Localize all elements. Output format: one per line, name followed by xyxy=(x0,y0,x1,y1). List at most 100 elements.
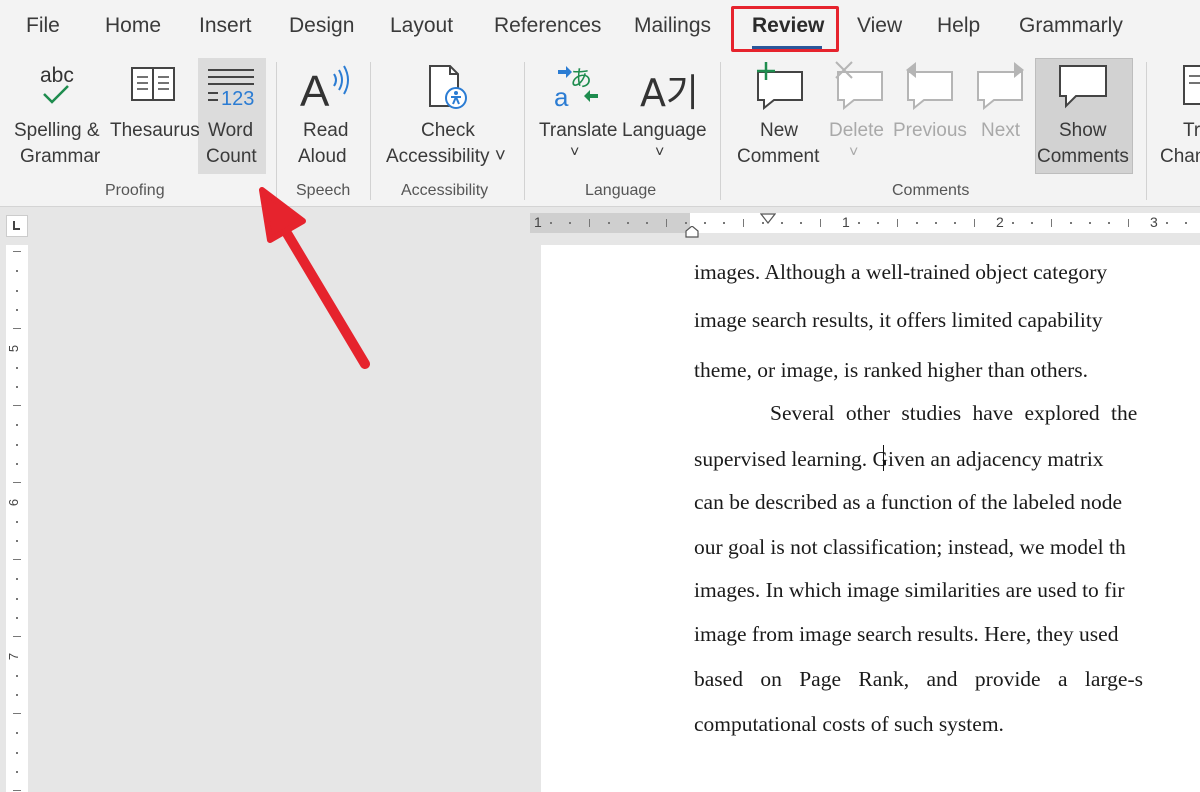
ruler-tick xyxy=(13,713,21,714)
ribbon: abc Spelling & Grammar Thesaurus 123 Wor… xyxy=(0,56,1200,207)
ruler-tick xyxy=(16,270,18,273)
ruler-tick xyxy=(16,520,18,523)
svg-text:あ: あ xyxy=(570,67,592,92)
ruler-tick xyxy=(13,790,21,791)
delete-comment-icon xyxy=(835,61,883,110)
next-label: Next xyxy=(981,120,1021,141)
ruler-tick xyxy=(16,443,18,446)
vertical-ruler[interactable]: 5 6 7 xyxy=(6,245,28,792)
svg-text:a: a xyxy=(554,82,569,112)
ruler-tick xyxy=(684,222,687,224)
ruler-tick xyxy=(646,222,649,224)
tab-references[interactable]: References xyxy=(494,14,601,38)
ruler-tick xyxy=(569,222,572,224)
thesaurus-label: Thesaurus xyxy=(110,120,200,141)
group-label-comments: Comments xyxy=(892,182,970,199)
ruler-tick xyxy=(761,222,764,224)
ruler-tick xyxy=(819,219,821,227)
ruler-tick xyxy=(607,222,610,224)
read-aloud-icon: A xyxy=(300,65,349,112)
document-line: images. Although a well-trained object c… xyxy=(694,260,1108,284)
ruler-tick xyxy=(1166,222,1168,224)
check-accessibility-label-1: Check xyxy=(421,120,475,141)
ruler-tick xyxy=(16,597,18,600)
document-line: based on Page Rank, and provide a large-… xyxy=(694,667,1143,691)
ruler-tick xyxy=(16,385,18,388)
ruler-tick xyxy=(1185,222,1188,224)
ruler-tick xyxy=(704,222,706,224)
ruler-tick xyxy=(16,308,18,311)
left-tab-icon xyxy=(13,221,20,230)
ruler-tick xyxy=(16,616,18,619)
ruler-tick xyxy=(16,578,18,581)
document-line: Several other studies have explored the xyxy=(770,401,1138,425)
show-comments-icon xyxy=(1059,65,1107,109)
ruler-tick xyxy=(1089,222,1091,224)
ruler-tick xyxy=(13,636,21,637)
document-line: image search results, it offers limited … xyxy=(694,308,1103,332)
tab-home[interactable]: Home xyxy=(105,14,161,38)
check-accessibility-label-2: Accessibility ˅ xyxy=(386,146,506,167)
horizontal-ruler-bar: 1 1 2 3 xyxy=(0,207,1200,245)
previous-comment-icon xyxy=(906,62,953,110)
book-icon xyxy=(131,67,175,101)
ruler-tick xyxy=(13,482,21,483)
word-count-icon: 123 xyxy=(208,69,254,110)
ruler-tick xyxy=(781,222,783,224)
ruler-number: 1 xyxy=(534,214,542,230)
document-line: image from image search results. Here, t… xyxy=(694,622,1119,646)
ruler-number: 2 xyxy=(996,214,1004,230)
hanging-indent-marker[interactable] xyxy=(685,226,699,238)
ruler-tick xyxy=(13,559,21,560)
ribbon-separator xyxy=(720,62,721,200)
tab-design[interactable]: Design xyxy=(289,14,354,38)
ruler-tick xyxy=(16,424,18,427)
document-line: images. In which image similarities are … xyxy=(694,578,1125,602)
ruler-tick xyxy=(1012,222,1014,224)
ruler-tick xyxy=(16,366,18,369)
ruler-tick xyxy=(588,219,590,227)
svg-text:123: 123 xyxy=(221,88,254,110)
tab-grammarly[interactable]: Grammarly xyxy=(1019,14,1123,38)
new-comment-label-1: New xyxy=(760,120,799,141)
language-icon: A가 xyxy=(640,71,694,112)
ruler-number: 7 xyxy=(6,652,22,661)
ruler-tick xyxy=(1127,219,1129,227)
ruler-number: 1 xyxy=(842,214,850,230)
tab-insert[interactable]: Insert xyxy=(199,14,252,38)
translate-icon: あ a xyxy=(554,66,598,112)
spelling-check-icon: abc xyxy=(40,64,74,104)
ruler-tick xyxy=(665,219,667,227)
ruler-number: 6 xyxy=(6,498,22,507)
group-label-language: Language xyxy=(585,182,657,199)
ruler-tick xyxy=(13,328,21,329)
new-comment-icon xyxy=(757,62,803,110)
ruler-tick xyxy=(550,222,552,224)
ruler-tick xyxy=(973,219,975,227)
document-line: can be described as a function of the la… xyxy=(694,490,1123,514)
ruler-tick xyxy=(16,693,18,696)
group-label-speech: Speech xyxy=(296,182,351,199)
ruler-tick xyxy=(16,674,18,677)
tab-mailings[interactable]: Mailings xyxy=(634,14,711,38)
tab-view[interactable]: View xyxy=(857,14,902,38)
ruler-tick xyxy=(13,405,21,406)
tab-file[interactable]: File xyxy=(26,14,60,38)
horizontal-ruler[interactable]: 1 1 2 3 xyxy=(530,213,1200,238)
word-count-label-1: Word xyxy=(208,120,254,141)
document-line: our goal is not classification; instead,… xyxy=(694,535,1126,559)
tab-help[interactable]: Help xyxy=(937,14,980,38)
ribbon-separator xyxy=(524,62,525,200)
ruler-tick xyxy=(800,222,803,224)
ruler-tick xyxy=(954,222,957,224)
svg-text:abc: abc xyxy=(40,64,74,87)
review-tab-highlight-box xyxy=(731,6,839,52)
spelling-label-1: Spelling & xyxy=(14,120,100,141)
tab-selector[interactable] xyxy=(6,215,28,237)
ruler-tick xyxy=(16,539,18,542)
new-comment-label-2: Comment xyxy=(737,146,820,167)
tab-layout[interactable]: Layout xyxy=(390,14,453,38)
ruler-tick xyxy=(915,222,918,224)
document-line: supervised learning. Given an adjacency … xyxy=(694,447,1104,471)
next-comment-icon xyxy=(977,62,1024,110)
